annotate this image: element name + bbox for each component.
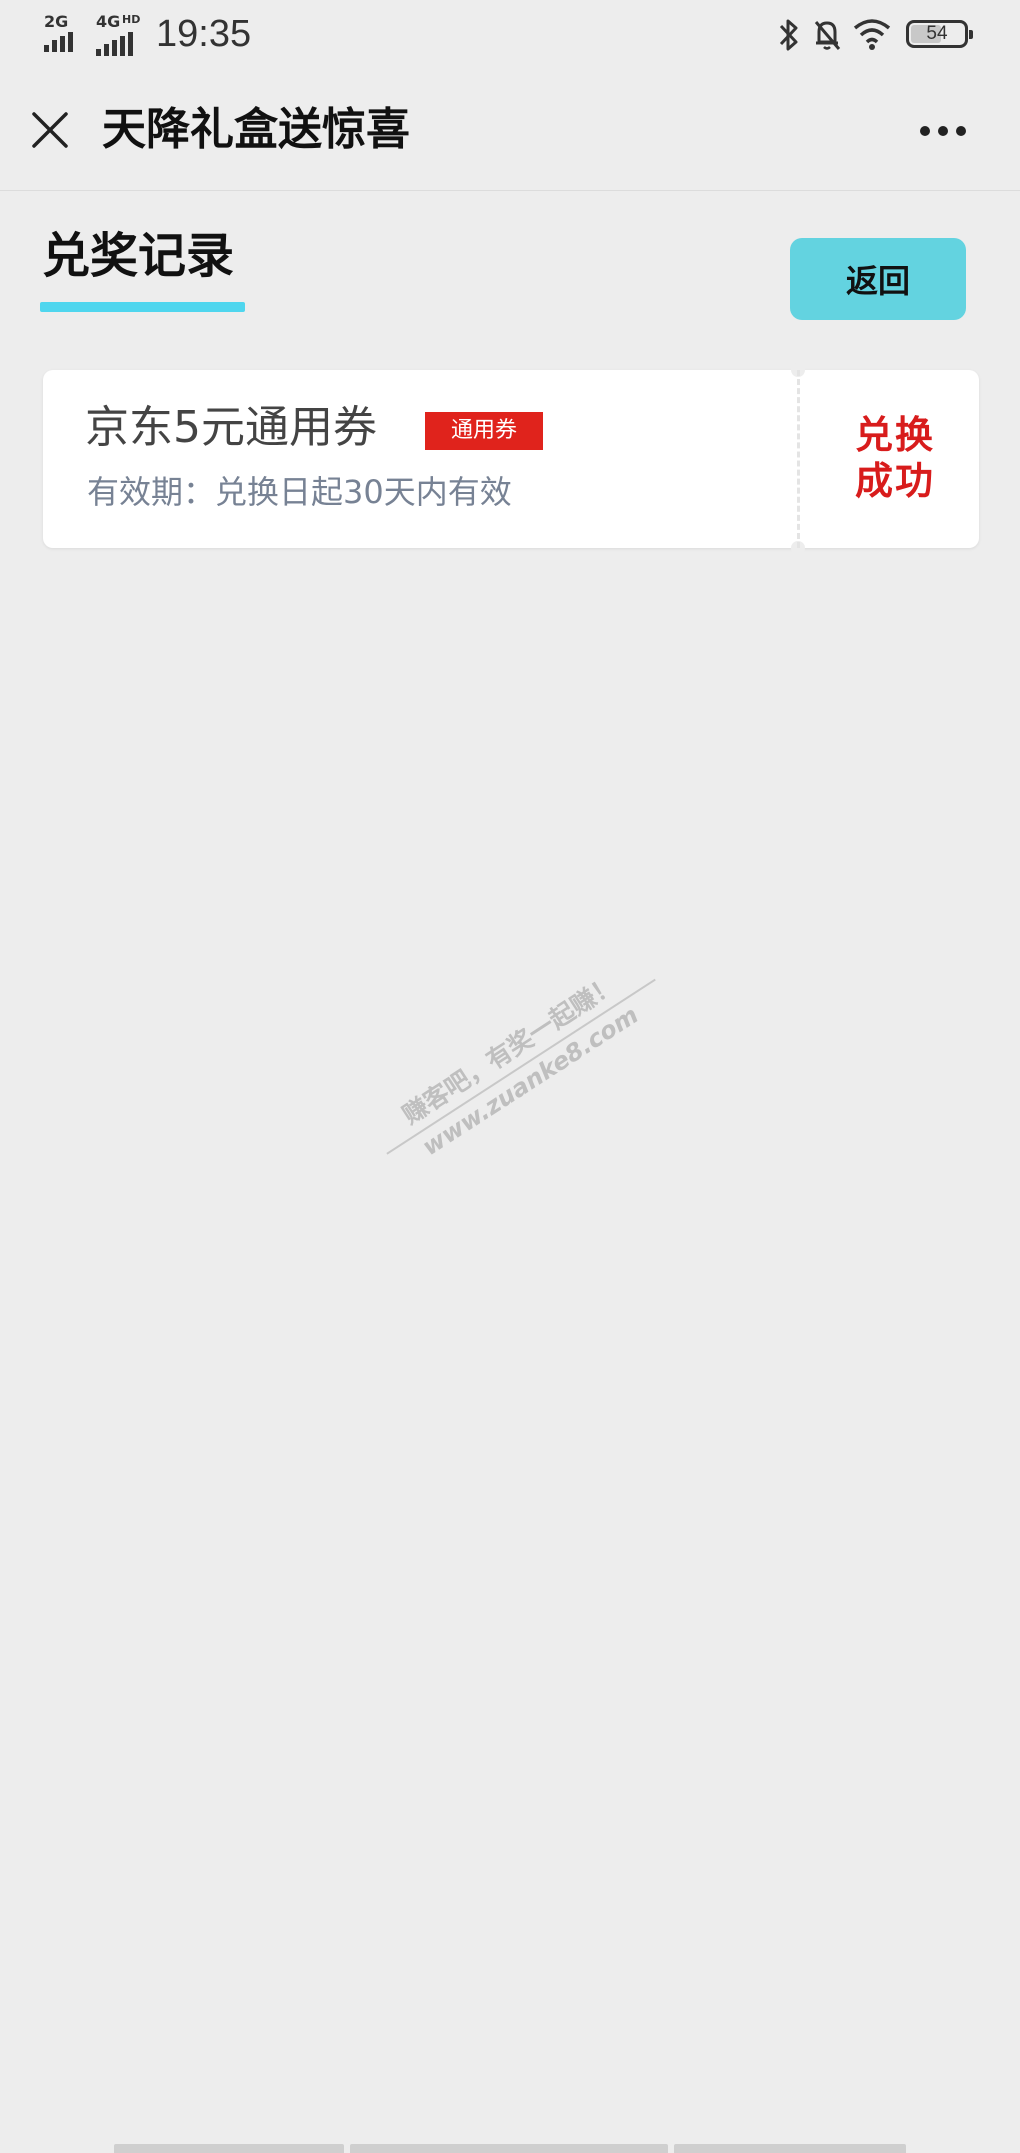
watermark: 赚客吧，有奖一起赚！ www.zuanke8.com bbox=[366, 948, 673, 1182]
card-divider bbox=[797, 370, 800, 548]
battery-icon: 54 bbox=[906, 20, 973, 48]
coupon-status-line1: 兑换 bbox=[854, 413, 935, 457]
battery-level: 54 bbox=[926, 23, 948, 44]
coupon-name: 京东5元通用券 bbox=[85, 402, 377, 453]
back-button[interactable]: 返回 bbox=[790, 238, 966, 320]
signal-2g-icon: 2G bbox=[44, 12, 86, 52]
section-title: 兑奖记录 bbox=[42, 228, 235, 284]
wifi-icon bbox=[853, 19, 891, 50]
signal-4g-label: 4G bbox=[96, 12, 121, 31]
bottom-handle-left bbox=[114, 2144, 344, 2153]
mute-bell-icon bbox=[814, 21, 841, 50]
bluetooth-icon bbox=[779, 19, 798, 51]
bottom-handle-center bbox=[350, 2144, 668, 2153]
page-title: 天降礼盒送惊喜 bbox=[102, 104, 410, 155]
coupon-validity: 有效期：兑换日起30天内有效 bbox=[87, 473, 512, 511]
watermark-text: 赚客吧，有奖一起赚！ bbox=[366, 948, 656, 1155]
signal-4g-icon: 4G HD bbox=[96, 12, 144, 56]
coupon-tag-badge: 通用券 bbox=[425, 412, 543, 450]
status-time: 19:35 bbox=[156, 13, 252, 55]
coupon-status: 兑换 成功 bbox=[833, 412, 957, 504]
coupon-status-line2: 成功 bbox=[854, 459, 935, 503]
bottom-handle-right bbox=[674, 2144, 906, 2153]
close-icon[interactable] bbox=[28, 108, 72, 152]
nav-bar: 天降礼盒送惊喜 bbox=[0, 72, 1020, 191]
signal-2g-label: 2G bbox=[44, 12, 69, 31]
coupon-card: 京东5元通用券 通用券 有效期：兑换日起30天内有效 兑换 成功 bbox=[43, 363, 979, 555]
more-dots-icon[interactable] bbox=[920, 116, 976, 146]
signal-hd-label: HD bbox=[122, 13, 141, 26]
section-title-underline bbox=[40, 302, 245, 312]
status-bar: 2G 4G HD 19:35 54 bbox=[0, 0, 1020, 72]
